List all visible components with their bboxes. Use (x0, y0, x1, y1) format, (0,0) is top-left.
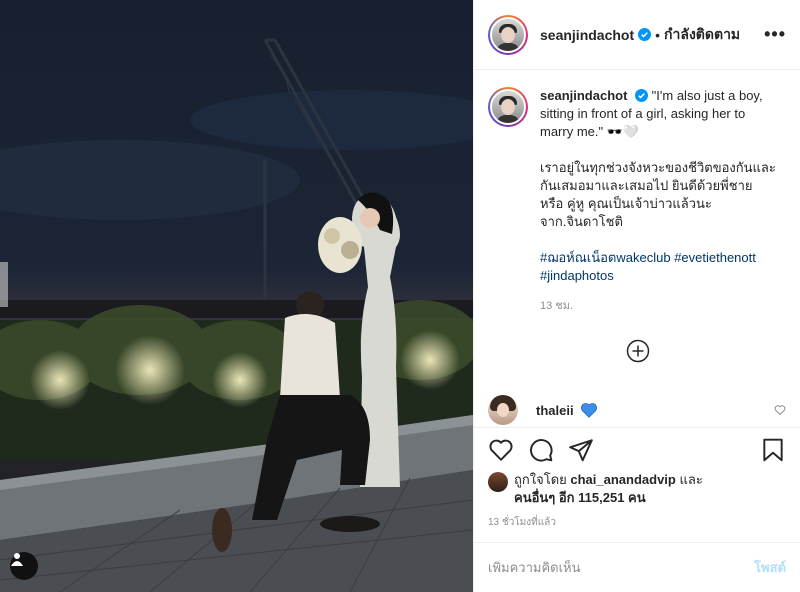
verified-badge-icon (635, 89, 649, 102)
liker-avatar[interactable] (488, 472, 508, 492)
caption-line: กันเสมอมาและเสมอไป ยินดีด้วยพี่ชาย (540, 178, 753, 193)
comment-icon[interactable] (528, 437, 554, 463)
caption-line: หรือ คู่หู คุณเป็นเจ้าบ่าวแล้วนะ (540, 196, 712, 211)
blue-heart-icon (580, 403, 597, 418)
caption-text: seanjindachot "I'm also just a boy, sitt… (540, 87, 780, 315)
caption-line: จาก.จินดาโชติ (540, 214, 623, 229)
caption-author-avatar[interactable] (488, 87, 528, 127)
caption-emojis: 🕶️🤍 (606, 124, 640, 139)
liker-username[interactable]: chai_anandadvip (570, 472, 675, 487)
author-avatar[interactable] (488, 14, 528, 55)
likes-prefix: ถูกใจโดย (514, 472, 567, 487)
following-button[interactable]: กำลังติดตาม (664, 24, 740, 46)
likes-and: และ (679, 472, 703, 487)
caption-time[interactable]: 13 ชม. (540, 297, 780, 315)
comments-area: seanjindachot "I'm also just a boy, sitt… (474, 71, 800, 394)
share-send-icon[interactable] (568, 437, 594, 463)
post-timestamp[interactable]: 13 ชั่วโมงที่แล้ว (488, 515, 556, 530)
caption-thai-paragraph: เราอยู่ในทุกช่วงจังหวะของชีวิตของกันและ … (540, 159, 780, 231)
post-photo[interactable] (0, 0, 473, 592)
load-more-comments-icon[interactable] (626, 339, 650, 363)
save-bookmark-icon[interactable] (760, 437, 786, 463)
user-icon (11, 553, 23, 566)
commenter-username[interactable]: thaleii (536, 403, 574, 418)
hashtag-link[interactable]: #jindaphotos (540, 268, 614, 283)
likes-others-count[interactable]: คนอื่นๆ อีก 115,251 คน (514, 490, 646, 505)
verified-badge-icon (638, 28, 652, 41)
post-header: seanjindachot • กำลังติดตาม ••• (474, 0, 800, 70)
post-actions (474, 427, 800, 471)
post-comment-button[interactable]: โพสต์ (754, 557, 786, 578)
author-username[interactable]: seanjindachot (540, 27, 634, 43)
post-side-panel: seanjindachot • กำลังติดตาม ••• seanjind… (473, 0, 800, 592)
hashtags: #ฌอห์ณเน็อตwakeclub #evetiethenott #jind… (540, 249, 780, 285)
like-heart-icon[interactable] (488, 437, 514, 463)
likes-summary: ถูกใจโดย chai_anandadvip และ คนอื่นๆ อีก… (488, 471, 786, 507)
caption: seanjindachot "I'm also just a boy, sitt… (488, 87, 786, 315)
caption-username[interactable]: seanjindachot (540, 88, 627, 103)
tagged-users-button[interactable] (10, 552, 38, 580)
comment-input[interactable] (488, 560, 755, 575)
add-comment-bar: โพสต์ (474, 542, 800, 592)
separator-dot: • (655, 26, 661, 43)
more-options-icon[interactable]: ••• (764, 24, 786, 45)
comment-item: thaleii (474, 393, 800, 427)
hashtag-link[interactable]: #evetiethenott (674, 250, 756, 265)
caption-line: เราอยู่ในทุกช่วงจังหวะของชีวิตของกันและ (540, 160, 776, 175)
proposal-photo-scene (0, 0, 473, 592)
commenter-avatar[interactable] (488, 395, 518, 425)
comment-like-heart-icon[interactable] (774, 404, 786, 416)
hashtag-link[interactable]: #ฌอห์ณเน็อตwakeclub (540, 250, 671, 265)
